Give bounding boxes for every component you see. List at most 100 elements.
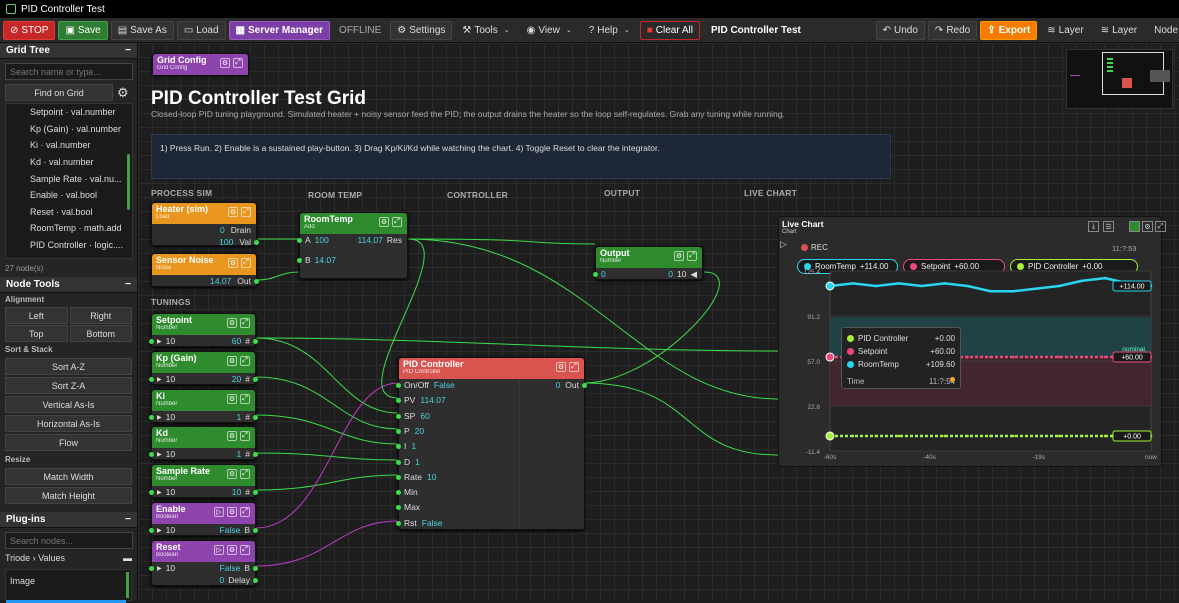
- layer-button-2[interactable]: ≋ Layer: [1094, 21, 1144, 40]
- gear-icon[interactable]: ⚙: [228, 207, 238, 217]
- expand-icon[interactable]: ⤢: [240, 318, 250, 328]
- gear-icon[interactable]: ⚙: [227, 431, 237, 441]
- kd-node[interactable]: Kd Number ⚙ ⤢ ▶ 10 1 #: [149, 426, 258, 460]
- gear-icon[interactable]: ⚙: [227, 545, 237, 555]
- find-on-grid-button[interactable]: Find on Grid: [5, 84, 113, 101]
- layer-button-1[interactable]: ≋ Layer: [1040, 21, 1090, 40]
- tree-item[interactable]: Kd · val.number: [6, 154, 132, 171]
- sort-za-button[interactable]: Sort Z-A: [5, 377, 132, 394]
- play-port-icon[interactable]: ▶: [157, 489, 162, 496]
- output-node[interactable]: Output Number ⚙ ⤢ 0 0 10 ◀: [593, 246, 703, 280]
- play-port-icon[interactable]: ▶: [157, 527, 162, 534]
- collapse-icon[interactable]: −: [125, 45, 131, 56]
- input-port[interactable]: [297, 258, 302, 263]
- input-port[interactable]: [149, 339, 154, 344]
- output-port[interactable]: [254, 279, 259, 284]
- grid-config-node[interactable]: Grid Config Grid Config ⚙ ⤢: [152, 53, 249, 75]
- tree-item[interactable]: Enable · val.bool: [6, 187, 132, 204]
- expand-icon[interactable]: ⤢: [233, 58, 243, 68]
- view-menu[interactable]: ◉ View ⌄: [520, 21, 579, 40]
- color-swatch-icon[interactable]: [1129, 221, 1140, 232]
- node-canvas[interactable]: Grid Config Grid Config ⚙ ⤢ PID Controller …: [138, 43, 1179, 600]
- play-port-icon[interactable]: ▶: [157, 414, 162, 421]
- input-port[interactable]: [396, 490, 401, 496]
- gear-icon[interactable]: ⚙: [227, 394, 237, 404]
- expand-icon[interactable]: ⤢: [240, 431, 250, 441]
- undo-button[interactable]: ↶ Undo: [875, 21, 925, 40]
- expand-icon[interactable]: ⤢: [241, 207, 251, 217]
- setpoint-node[interactable]: Setpoint Number ⚙ ⤢ ▶ 10 60 #: [149, 313, 258, 347]
- input-port[interactable]: [396, 459, 401, 465]
- vertical-as-is-button[interactable]: Vertical As-Is: [5, 396, 132, 413]
- expand-icon[interactable]: ⤢: [392, 217, 402, 227]
- minimap[interactable]: [1066, 49, 1173, 109]
- pid-controller-node[interactable]: PID Controller PID Controller ⚙ ⤢ On/Off Fal…: [396, 357, 587, 530]
- output-port[interactable]: [253, 415, 258, 420]
- input-port[interactable]: [396, 413, 401, 419]
- play-icon[interactable]: ▷: [214, 545, 224, 555]
- gear-icon[interactable]: ⚙: [227, 507, 237, 517]
- kp-node[interactable]: Kp (Gain) Number ⚙ ⤢ ▶ 10 20 #: [149, 351, 258, 385]
- input-port[interactable]: [149, 415, 154, 420]
- output-port[interactable]: [253, 490, 258, 495]
- align-right-button[interactable]: Right: [69, 307, 132, 324]
- redo-button[interactable]: ↷ Redo: [927, 21, 978, 40]
- rate-node[interactable]: Sample Rate Number ⚙ ⤢ ▶ 10 10 #: [149, 464, 258, 498]
- pid-output-port[interactable]: 0 Out: [551, 379, 587, 391]
- align-left-button[interactable]: Left: [5, 307, 68, 324]
- output-port[interactable]: [254, 240, 259, 245]
- play-port-icon[interactable]: ▶: [157, 376, 162, 383]
- node-button[interactable]: Node: [1147, 21, 1179, 40]
- output-port[interactable]: [253, 339, 258, 344]
- clear-all-button[interactable]: ■ Clear All: [639, 20, 701, 40]
- expand-icon[interactable]: ⤢: [240, 469, 250, 479]
- input-port[interactable]: [149, 528, 154, 533]
- input-port[interactable]: [593, 272, 598, 277]
- pid-port-pv[interactable]: PV 114.07: [396, 394, 519, 406]
- plugin-item-image[interactable]: Image: [5, 569, 132, 603]
- expand-icon[interactable]: ⤢: [687, 251, 697, 261]
- tree-item[interactable]: Setpoint · val.number: [6, 104, 132, 121]
- enable-node[interactable]: Enable Boolean ▷ ⚙ ⤢ ▶ 10 False B: [149, 502, 258, 536]
- input-port[interactable]: [396, 474, 401, 480]
- expand-icon[interactable]: ⤢: [241, 258, 251, 268]
- pid-port-onoff[interactable]: On/Off False: [396, 379, 519, 391]
- grid-tree-search-input[interactable]: [5, 63, 133, 80]
- pid-port-min[interactable]: Min: [396, 486, 519, 498]
- pid-port-sp[interactable]: SP 60: [396, 410, 519, 422]
- tree-item[interactable]: Reset · val.bool: [6, 204, 132, 221]
- gear-icon[interactable]: ⚙: [379, 217, 389, 227]
- input-port[interactable]: [396, 444, 401, 450]
- match-width-button[interactable]: Match Width: [5, 468, 132, 485]
- expand-icon[interactable]: ⤢: [1155, 221, 1166, 232]
- live-chart-node[interactable]: Live Chart Chart ⤓ ☰ ⚙ ⤢ ▷ REC 11:?:53 R…: [778, 216, 1166, 467]
- gear-icon[interactable]: ⚙: [220, 58, 230, 68]
- heater-node[interactable]: Heater (sim) Load ⚙ ⤢ 0 Drain 100 Val: [151, 202, 259, 247]
- pid-port-d[interactable]: D1: [396, 456, 519, 468]
- tree-item[interactable]: PID Controller · logic....: [6, 237, 132, 254]
- output-port[interactable]: [253, 528, 258, 533]
- input-port[interactable]: [149, 490, 154, 495]
- play-port-icon[interactable]: ◀: [690, 269, 697, 280]
- input-port[interactable]: [396, 520, 401, 526]
- gear-icon[interactable]: ⚙: [227, 356, 237, 366]
- menu-icon[interactable]: ☰: [1103, 221, 1114, 232]
- output-port[interactable]: [253, 377, 258, 382]
- plugin-category[interactable]: Triode › Values ▬: [5, 553, 132, 563]
- align-top-button[interactable]: Top: [5, 325, 68, 342]
- output-port[interactable]: [253, 578, 258, 583]
- input-port[interactable]: [297, 238, 302, 243]
- pid-port-p[interactable]: P 20: [396, 425, 519, 437]
- ki-node[interactable]: Ki Number ⚙ ⤢ ▶ 10 1 #: [149, 389, 258, 423]
- roomtemp-node[interactable]: RoomTemp Add ⚙ ⤢ A 100 114.07 Res B 14.07: [297, 212, 408, 279]
- download-icon[interactable]: ⤓: [1088, 221, 1099, 232]
- gear-icon[interactable]: ⚙: [227, 469, 237, 479]
- gear-icon[interactable]: ⚙: [556, 362, 566, 372]
- settings-button[interactable]: ⚙ Settings: [390, 20, 453, 40]
- save-as-button[interactable]: ▤ Save As: [110, 20, 174, 40]
- input-port[interactable]: [149, 377, 154, 382]
- gear-icon[interactable]: ⚙: [117, 85, 129, 101]
- input-port[interactable]: [149, 452, 154, 457]
- save-button[interactable]: ▣ Save: [58, 20, 108, 40]
- play-icon[interactable]: ▷: [214, 507, 224, 517]
